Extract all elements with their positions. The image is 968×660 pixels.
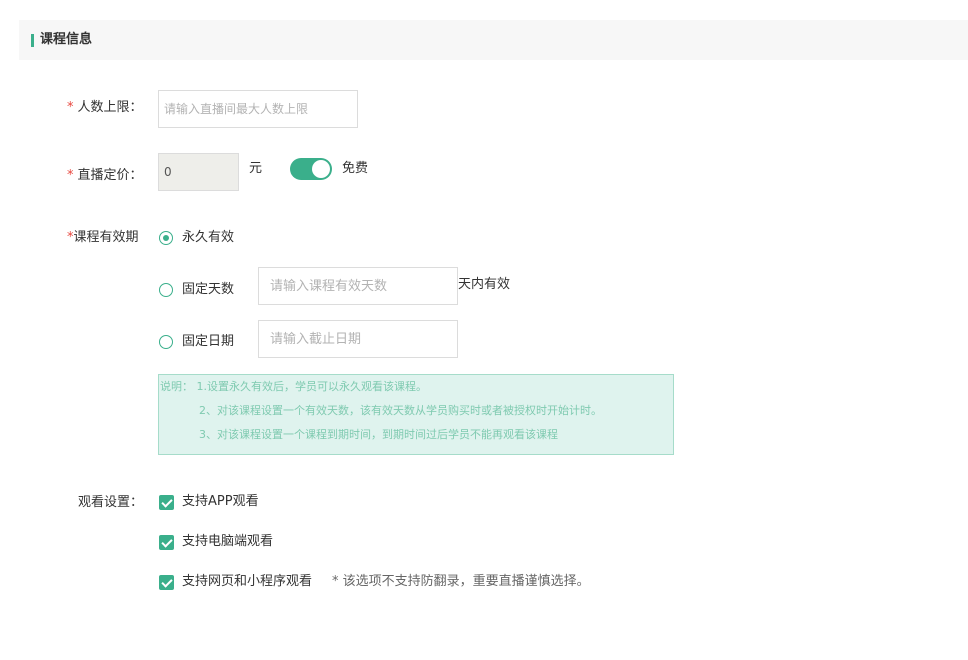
radio-permanent-label: 永久有效 [182,230,235,245]
free-toggle[interactable] [290,158,332,180]
section-accent-bar [31,34,34,47]
checkbox-web-label: 支持网页和小程序观看 [182,574,313,589]
required-mark: * [67,168,74,183]
validity-label: *课程有效期 [67,230,139,245]
radio-fixed-days-label: 固定天数 [182,282,235,297]
web-warning-hint: * 该选项不支持防翻录，重要直播谨慎选择。 [332,574,590,589]
valid-days-input[interactable] [258,267,458,305]
checkbox-pc-label: 支持电脑端观看 [182,534,274,549]
note-line: 2、对该课程设置一个有效天数，该有效天数从学员购买时或者被授权时开始计时。 [199,404,602,417]
radio-fixed-date[interactable] [159,335,173,349]
note-line: 说明： 1.设置永久有效后，学员可以永久观看该课程。 [160,380,427,393]
checkbox-pc[interactable] [159,535,174,550]
viewing-label: 观看设置： [78,495,144,510]
checkbox-app-label: 支持APP观看 [182,494,259,509]
radio-permanent[interactable] [159,231,173,245]
radio-fixed-date-label: 固定日期 [182,334,235,349]
checkbox-web[interactable] [159,575,174,590]
max-people-input[interactable] [158,90,358,128]
section-title: 课程信息 [40,32,93,47]
price-unit: 元 [249,161,263,176]
section-header: 课程信息 [19,20,968,60]
price-input[interactable] [158,153,239,191]
validity-note: 说明： 1.设置永久有效后，学员可以永久观看该课程。 2、对该课程设置一个有效天… [158,374,674,455]
checkbox-app[interactable] [159,495,174,510]
free-label: 免费 [342,161,369,176]
end-date-input[interactable] [258,320,458,358]
price-label: * 直播定价： [67,168,143,183]
radio-fixed-days[interactable] [159,283,173,297]
valid-days-suffix: 天内有效 [458,277,511,292]
toggle-knob [312,160,330,178]
note-line: 3、对该课程设置一个课程到期时间，到期时间过后学员不能再观看该课程 [199,428,558,441]
max-people-label: * 人数上限： [67,100,143,115]
required-mark: * [67,100,74,115]
